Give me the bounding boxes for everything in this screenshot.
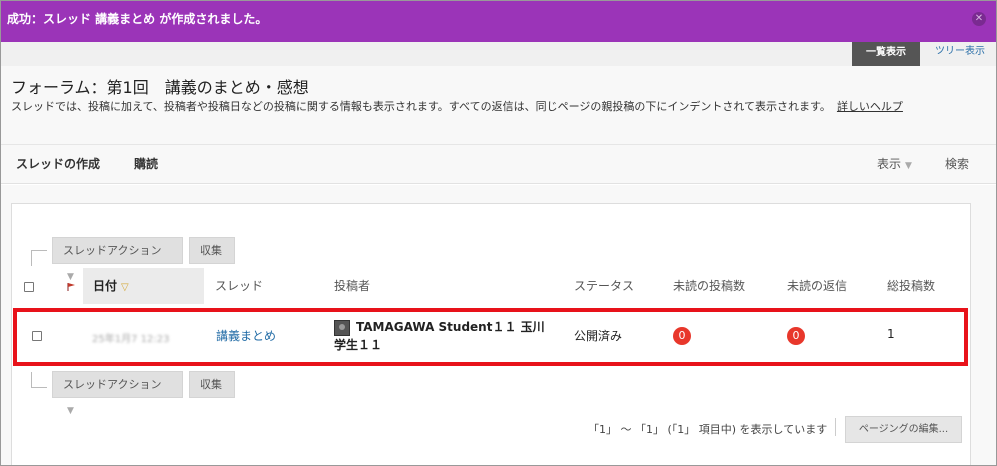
- column-header-unread-replies[interactable]: 未読の返信: [787, 268, 847, 304]
- collect-button-bottom[interactable]: 収集: [189, 371, 235, 398]
- tab-tree-view[interactable]: ツリー表示: [935, 42, 985, 62]
- edit-paging-button[interactable]: ページングの編集...: [845, 416, 962, 443]
- collect-button[interactable]: 収集: [189, 237, 235, 264]
- banner-message: 成功：スレッド 講義まとめ が作成されました。: [7, 12, 268, 26]
- description-text: スレッドでは、投稿に加えて、投稿者や投稿日などの投稿に関する情報も表示されます。…: [11, 100, 831, 113]
- flag-icon[interactable]: [67, 283, 75, 291]
- column-header-status[interactable]: ステータス: [574, 268, 634, 304]
- column-header-date[interactable]: 日付 ▽: [83, 268, 204, 304]
- close-icon[interactable]: ✕: [972, 12, 986, 26]
- paging-summary: 「1」 ～ 「1」 (「1」 項目中) を表示しています: [588, 423, 828, 436]
- page-description: スレッドでは、投稿に加えて、投稿者や投稿日などの投稿に関する情報も表示されます。…: [11, 98, 903, 114]
- chevron-down-icon: ▼: [905, 161, 912, 171]
- date-header-label: 日付: [93, 279, 118, 293]
- subscribe-button[interactable]: 購読: [134, 145, 158, 183]
- search-button[interactable]: 検索: [945, 145, 969, 183]
- success-banner: 成功：スレッド 講義まとめ が作成されました。 ✕: [1, 1, 996, 42]
- selection-arrow-icon: [31, 372, 47, 388]
- chevron-down-icon: ▼: [67, 272, 74, 282]
- select-all-checkbox[interactable]: [24, 282, 34, 292]
- action-bar: スレッドの作成 購読 表示 ▼ 検索: [1, 144, 996, 184]
- thread-actions-button-bottom[interactable]: スレッドアクション ▼: [52, 371, 183, 416]
- column-header-author[interactable]: 投稿者: [334, 268, 370, 304]
- column-header-total-posts[interactable]: 総投稿数: [887, 268, 935, 304]
- display-label: 表示: [877, 157, 902, 171]
- view-toggle-bar: 一覧表示 ツリー表示: [1, 42, 996, 72]
- column-header-thread[interactable]: スレッド: [215, 268, 263, 304]
- page-header: フォーラム：第1回 講義のまとめ・感想 スレッドでは、投稿に加えて、投稿者や投稿…: [1, 66, 996, 144]
- thread-actions-button[interactable]: スレッドアクション ▼: [52, 237, 183, 282]
- divider: [835, 418, 836, 436]
- column-header-unread-posts[interactable]: 未読の投稿数: [673, 268, 745, 304]
- selection-arrow-icon: [31, 250, 47, 266]
- chevron-down-icon: ▼: [67, 406, 74, 416]
- thread-actions-label: スレッドアクション: [63, 378, 162, 391]
- thread-actions-label: スレッドアクション: [63, 244, 162, 257]
- tab-list-view[interactable]: 一覧表示: [852, 42, 920, 72]
- page-title: フォーラム：第1回 講義のまとめ・感想: [11, 78, 309, 97]
- row-highlight-annotation: [13, 308, 968, 366]
- create-thread-button[interactable]: スレッドの作成: [16, 145, 100, 183]
- help-link[interactable]: 詳しいヘルプ: [837, 100, 903, 113]
- display-menu[interactable]: 表示 ▼: [877, 145, 912, 185]
- sort-descending-icon: ▽: [121, 282, 129, 293]
